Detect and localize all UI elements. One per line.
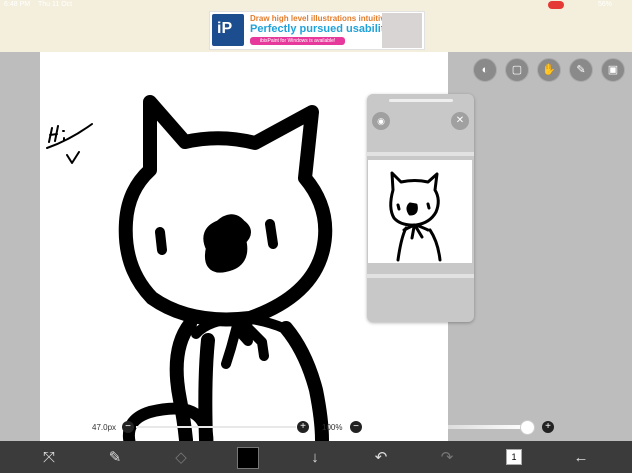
ad-illustration	[382, 13, 422, 48]
ruler-icon[interactable]: ✎	[569, 58, 593, 82]
arrow-down-icon[interactable]: ↓	[306, 449, 324, 467]
brush-size-label: 47.0px	[92, 423, 117, 432]
toggle-icon[interactable]: ◐	[473, 58, 497, 82]
undo-icon[interactable]: ↶	[372, 449, 390, 467]
status-date: Thu 11 Oct	[38, 1, 73, 8]
opacity-slider[interactable]	[371, 425, 527, 429]
status-battery: 56%	[598, 1, 613, 8]
status-bar: 6:48 PM Thu 11 Oct 56%	[0, 0, 632, 10]
current-color-swatch[interactable]	[237, 447, 259, 469]
navigator-panel[interactable]: ◉ ✕	[367, 94, 474, 322]
ad-logo-text: iP	[217, 20, 233, 37]
ad-subline: ibisPaint for Windows is available!	[250, 37, 346, 45]
selection-icon[interactable]: ▢	[505, 58, 529, 82]
canvas-drawing	[46, 95, 333, 441]
navigator-frame	[367, 152, 474, 278]
camera-icon[interactable]: ◉	[372, 112, 390, 130]
transform-tool-icon[interactable]: ⤧	[40, 449, 58, 467]
opacity-slider-knob[interactable]	[520, 420, 535, 435]
navigator-thumbnail	[389, 171, 442, 262]
navigator-preview	[368, 160, 472, 263]
ibispaint-logo-icon: iP	[212, 14, 244, 46]
opacity-decrease-button[interactable]: −	[350, 421, 362, 433]
opacity-label: 100%	[322, 423, 343, 432]
bottom-toolbar: ⤧ ✎ ◇ ↓ ↶ ↷ 1 ←	[0, 441, 632, 473]
close-icon[interactable]: ✕	[451, 112, 469, 130]
brush-tool-icon[interactable]: ✎	[106, 449, 124, 467]
ad-card[interactable]: iP Draw high level illustrations intuiti…	[209, 11, 425, 50]
ad-headline: Draw high level illustrations intuitivel…	[250, 14, 399, 23]
slider-row: 47.0px − + 100% − +	[0, 420, 632, 438]
image-icon[interactable]: ▣	[601, 58, 625, 82]
redo-icon[interactable]: ↷	[438, 449, 456, 467]
brush-size-slider[interactable]	[136, 426, 296, 428]
navigator-handle[interactable]	[389, 99, 453, 102]
status-time: 6:48 PM	[4, 1, 31, 8]
eraser-tool-icon[interactable]: ◇	[172, 449, 190, 467]
brush-size-decrease-button[interactable]: −	[122, 421, 134, 433]
brush-size-increase-button[interactable]: +	[297, 421, 309, 433]
back-arrow-icon[interactable]: ←	[572, 449, 590, 467]
opacity-increase-button[interactable]: +	[542, 421, 554, 433]
hand-icon[interactable]: ✋	[537, 58, 561, 82]
ad-tagline: Perfectly pursued usability!	[250, 23, 395, 35]
recording-icon	[548, 1, 564, 9]
ad-banner: iP Draw high level illustrations intuiti…	[0, 10, 632, 52]
layers-button[interactable]: 1	[506, 449, 522, 465]
